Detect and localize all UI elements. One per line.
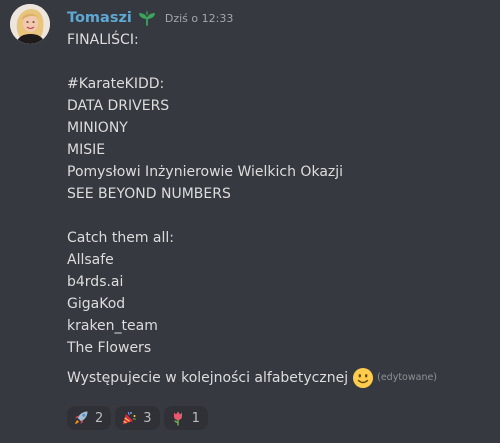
message-line [67,205,492,227]
message-line: kraken_team [67,318,158,334]
message-line: Występujecie w kolejności alfabetycznej [67,370,349,386]
message-line: #KarateKIDD: [67,76,165,92]
message-line: Allsafe [67,252,114,268]
avatar[interactable] [10,4,50,44]
message-line: MISIE [67,142,106,158]
message-line: MINIONY [67,120,128,136]
message-line: SEE BEYOND NUMBERS [67,186,231,202]
reaction-count: 2 [95,410,104,426]
reaction-count: 1 [191,410,200,426]
message-line: Pomysłowi Inżynierowie Wielkich Okazji [67,164,344,180]
message-line: b4rds.ai [67,274,124,290]
message-last-line: Występujecie w kolejności alfabetycznej … [67,363,492,393]
sprout-icon[interactable] [137,10,157,26]
username[interactable]: Tomaszi [67,10,132,26]
chat-message: Tomaszi Dziś o 12:33 FINALIŚCI: #KarateK… [0,0,500,443]
message-line: Catch them all: [67,230,175,246]
reaction-count: 3 [143,410,152,426]
reaction-rocket[interactable]: 2 [67,406,112,430]
message-line: FINALIŚCI: [67,32,139,48]
message-line: The Flowers [67,340,152,356]
edited-label: (edytowane) [377,372,438,383]
party-popper-icon [121,410,137,426]
reactions-bar: 2 3 1 [67,406,208,430]
message-line: DATA DRIVERS [67,98,170,114]
message-line: GigaKod [67,296,126,312]
message-header: Tomaszi Dziś o 12:33 [67,7,233,29]
rocket-icon [73,410,89,426]
timestamp: Dziś o 12:33 [164,11,234,25]
message-line [67,51,492,73]
message-content: FINALIŚCI: #KarateKIDD: DATA DRIVERS MIN… [67,29,492,393]
reaction-party-popper[interactable]: 3 [115,406,160,430]
slightly-smiling-face-icon[interactable] [352,367,374,389]
tulip-icon [170,410,186,426]
reaction-tulip[interactable]: 1 [163,406,208,430]
